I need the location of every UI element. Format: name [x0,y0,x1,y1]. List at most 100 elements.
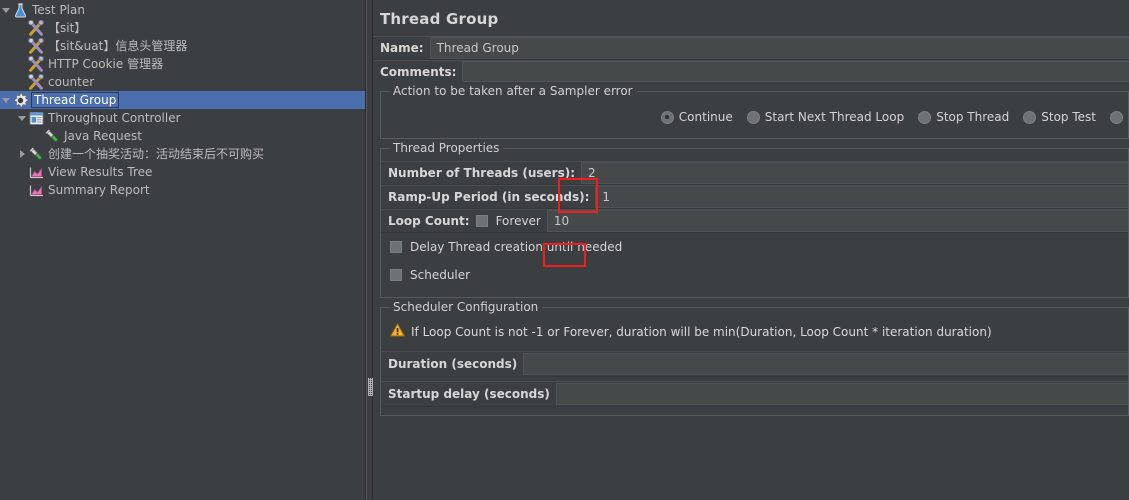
sampler-error-option-label: Start Next Thread Loop [764,110,905,124]
tree-node[interactable]: 创建一个抽奖活动：活动结束后不可购买 [0,145,365,163]
number-of-threads-input[interactable]: 2 [581,162,1128,184]
tree-toggle-open-icon[interactable] [0,1,12,19]
loop-count-input[interactable]: 10 [546,210,1128,232]
tree-node[interactable]: counter [0,73,365,91]
warning-triangle-icon [390,322,405,341]
tree-node-label: Test Plan [32,3,85,17]
startup-delay-row: Startup delay (seconds) [381,381,1128,407]
sampler-error-option[interactable] [1110,110,1128,124]
jmeter-window: Test Plan 【sit】【sit&uat】信息头管理器 HTTP Cookie… [0,0,1129,500]
comments-input[interactable] [462,61,1129,82]
ramp-up-period-row: Ramp-Up Period (in seconds): 1 [381,185,1128,209]
tree-toggle-placeholder [16,181,28,199]
tree-node-label: HTTP Cookie 管理器 [48,57,164,71]
sampler-error-radio-group[interactable]: Continue Start Next Thread Loop Stop Threa… [381,104,1128,130]
sampler-pipette-icon [28,146,45,163]
tree-node[interactable]: Java Request [0,127,365,145]
sampler-error-option[interactable]: Stop Thread [918,110,1009,124]
ramp-up-period-input[interactable]: 1 [595,186,1128,208]
tree-toggle-placeholder [32,127,44,145]
scheduler-label: Scheduler [410,268,471,282]
split-pane-divider[interactable] [366,0,373,500]
tree-toggle-placeholder [16,163,28,181]
sampler-error-legend: Action to be taken after a Sampler error [389,84,637,98]
listener-chart-icon [28,182,45,199]
name-row: Name: Thread Group [374,36,1129,60]
tree-node[interactable]: 【sit】 [0,19,365,37]
tree-node[interactable]: View Results Tree [0,163,365,181]
test-plan-icon [12,2,29,19]
sampler-error-group: Action to be taken after a Sampler error… [380,84,1129,139]
scheduler-row[interactable]: Scheduler [381,261,1128,289]
config-element-icon [28,55,45,73]
duration-row: Duration (seconds) [381,351,1128,377]
radio-button[interactable] [918,110,932,124]
startup-delay-input[interactable] [555,383,1128,405]
sampler-error-option[interactable]: Continue [660,110,733,124]
comments-label: Comments: [380,64,457,79]
thread-group-editor: Thread Group Name: Thread Group Comments… [366,0,1129,500]
thread-properties-group: Thread Properties Number of Threads (use… [380,141,1129,298]
thread-group-gear-icon [12,92,29,109]
scheduler-warning: If Loop Count is not -1 or Forever, dura… [381,320,1128,347]
loop-count-label: Loop Count: [388,214,470,228]
config-element-icon [28,73,45,91]
tree-toggle-placeholder [16,19,28,37]
tree-node[interactable]: Thread Group [0,91,365,109]
tree-toggle-open-icon[interactable] [16,109,28,127]
tree-toggle-placeholder [16,73,28,91]
tree-node[interactable]: Summary Report [0,181,365,199]
tree-node-label: 创建一个抽奖活动：活动结束后不可购买 [48,147,265,161]
tree-toggle-placeholder [16,55,28,73]
page-title: Thread Group [380,10,499,28]
radio-button[interactable] [1110,110,1123,124]
tree-node-label: Summary Report [48,183,150,197]
radio-button[interactable] [1023,110,1037,124]
tree-node[interactable]: Test Plan [0,1,365,19]
split-pane-grip[interactable] [368,378,373,396]
sampler-error-option[interactable]: Stop Test [1023,110,1096,124]
sampler-error-option-label: Continue [678,110,733,124]
name-label: Name: [380,41,424,55]
tree-node-label: 【sit】 [48,21,87,35]
tree-node[interactable]: 【sit&uat】信息头管理器 [0,37,365,55]
tree-node[interactable]: Throughput Controller [0,109,365,127]
sampler-error-option[interactable]: Start Next Thread Loop [746,110,905,124]
ramp-up-period-label: Ramp-Up Period (in seconds): [388,190,590,204]
tree-toggle-placeholder [16,37,28,55]
test-plan-tree-panel[interactable]: Test Plan 【sit】【sit&uat】信息头管理器 HTTP Cookie… [0,0,366,500]
sampler-error-option-label: Stop Thread [936,110,1010,124]
test-plan-tree[interactable]: Test Plan 【sit】【sit&uat】信息头管理器 HTTP Cookie… [0,0,365,199]
radio-button[interactable] [746,110,760,124]
tree-node-label: Throughput Controller [48,111,181,125]
number-of-threads-row: Number of Threads (users): 2 [381,161,1128,185]
tree-node[interactable]: HTTP Cookie 管理器 [0,55,365,73]
number-of-threads-label: Number of Threads (users): [388,166,576,180]
forever-label: Forever [495,214,541,228]
name-input[interactable]: Thread Group [429,37,1129,59]
tree-node-label: 【sit&uat】信息头管理器 [48,39,188,53]
startup-delay-label: Startup delay (seconds) [388,387,550,401]
delay-thread-creation-checkbox[interactable] [390,241,402,253]
duration-input[interactable] [523,353,1128,375]
scheduler-warning-text: If Loop Count is not -1 or Forever, dura… [411,324,992,339]
controller-icon [28,110,45,127]
tree-toggle-closed-icon[interactable] [16,145,28,163]
tree-toggle-open-icon[interactable] [0,91,12,109]
radio-button[interactable] [660,110,674,124]
delay-thread-creation-row[interactable]: Delay Thread creation until needed [381,233,1128,261]
thread-properties-legend: Thread Properties [389,141,504,155]
scheduler-checkbox[interactable] [390,269,402,281]
forever-checkbox[interactable] [475,215,488,227]
duration-label: Duration (seconds) [388,357,518,371]
tree-node-label: Thread Group [31,92,120,108]
tree-node-label: counter [48,75,95,89]
